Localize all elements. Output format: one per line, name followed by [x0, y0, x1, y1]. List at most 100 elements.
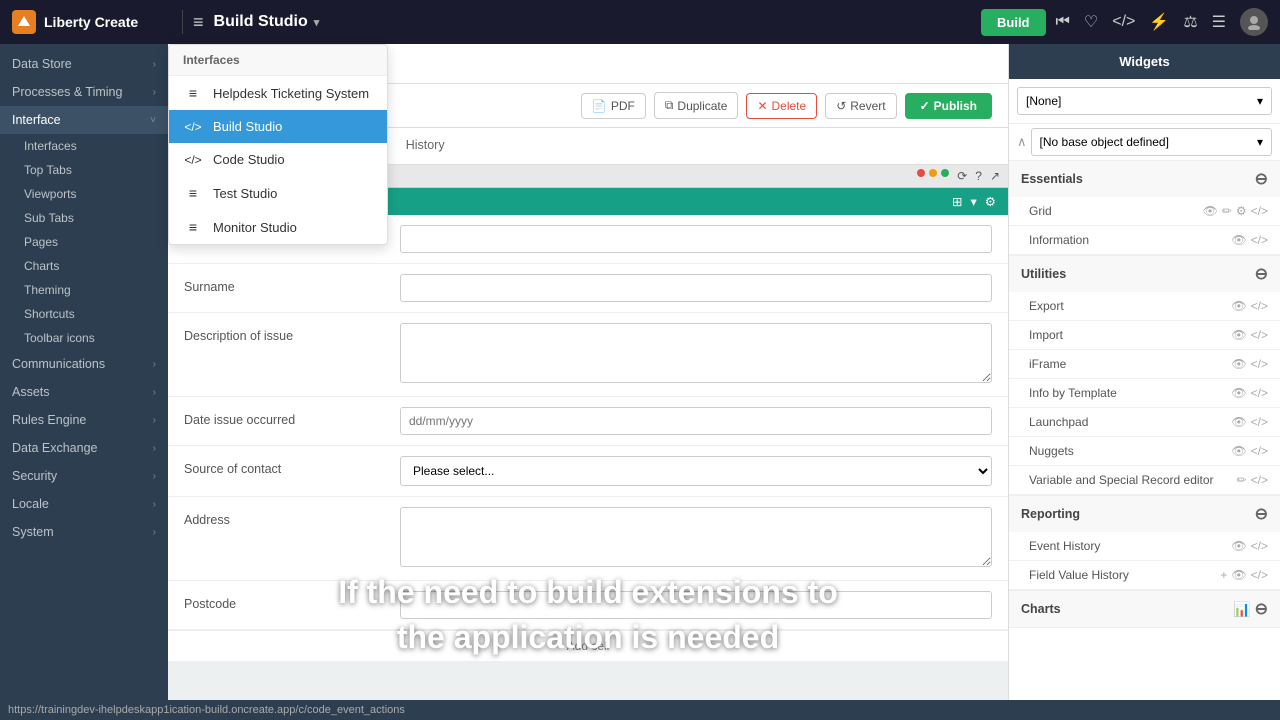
- launchpad-code-icon[interactable]: </>: [1251, 415, 1268, 429]
- sidebar-item-charts[interactable]: Charts: [12, 254, 168, 278]
- list-icon[interactable]: ☰: [1212, 12, 1226, 32]
- grid-edit-icon[interactable]: ✏: [1222, 204, 1232, 218]
- sidebar-item-locale[interactable]: Locale ›: [0, 490, 168, 518]
- charts-header[interactable]: Charts 📊 ⊖: [1009, 591, 1280, 627]
- charts-toggle-icon[interactable]: ⊖: [1255, 599, 1268, 619]
- postcode-input[interactable]: [400, 591, 992, 619]
- skip-back-icon[interactable]: ⏮: [1056, 13, 1070, 31]
- revert-icon: ↺: [836, 99, 846, 113]
- var-edit-icon[interactable]: ✏: [1237, 473, 1247, 487]
- fvh-eye-icon[interactable]: 👁: [1231, 568, 1246, 582]
- dropdown-item-code-studio[interactable]: </> Code Studio: [169, 143, 387, 176]
- tab-history[interactable]: History: [392, 128, 459, 164]
- code-icon[interactable]: </>: [1112, 13, 1135, 31]
- sidebar-item-assets[interactable]: Assets ›: [0, 378, 168, 406]
- share-icon[interactable]: ↗: [990, 169, 1000, 183]
- info-code-icon[interactable]: </>: [1251, 233, 1268, 247]
- user-avatar[interactable]: [1240, 8, 1268, 36]
- essentials-header[interactable]: Essentials ⊖: [1009, 161, 1280, 197]
- sidebar-item-data-store[interactable]: Data Store ›: [0, 50, 168, 78]
- reporting-header[interactable]: Reporting ⊖: [1009, 496, 1280, 532]
- nuggets-eye-icon[interactable]: 👁: [1231, 444, 1246, 458]
- refresh-icon[interactable]: ⟳: [957, 169, 967, 183]
- dropdown-item-build-studio[interactable]: </> Build Studio: [169, 110, 387, 143]
- grid-view-icon[interactable]: ⊞: [952, 194, 962, 209]
- info-eye-icon[interactable]: 👁: [1231, 233, 1246, 247]
- grid-settings-icon[interactable]: ⚙: [1236, 204, 1247, 218]
- add-cell-label: Add cell: [567, 639, 610, 653]
- sidebar-item-interfaces[interactable]: Interfaces: [12, 134, 168, 158]
- sidebar-item-shortcuts[interactable]: Shortcuts: [12, 302, 168, 326]
- help-icon[interactable]: ?: [975, 169, 982, 183]
- import-eye-icon[interactable]: 👁: [1231, 328, 1246, 342]
- sidebar-item-communications[interactable]: Communications ›: [0, 350, 168, 378]
- duplicate-button[interactable]: ⧉ Duplicate: [654, 92, 739, 119]
- widget-import-label: Import: [1029, 328, 1063, 342]
- studio-title[interactable]: Build Studio ▾: [214, 13, 320, 31]
- launchpad-eye-icon[interactable]: 👁: [1231, 415, 1246, 429]
- dropdown-item-helpdesk[interactable]: ≡ Helpdesk Ticketing System: [169, 76, 387, 110]
- menu-icon[interactable]: ≡: [193, 12, 204, 33]
- revert-button[interactable]: ↺ Revert: [825, 93, 896, 119]
- none-select[interactable]: [None] ▾: [1017, 87, 1272, 115]
- first-name-input[interactable]: [400, 225, 992, 253]
- sidebar-item-toolbar-icons[interactable]: Toolbar icons: [12, 326, 168, 350]
- address-textarea[interactable]: [400, 507, 992, 567]
- sidebar-item-data-exchange[interactable]: Data Exchange ›: [0, 434, 168, 462]
- add-cell-bar[interactable]: Add cell: [168, 630, 1008, 661]
- eh-eye-icon[interactable]: 👁: [1231, 539, 1246, 553]
- sidebar-item-sub-tabs[interactable]: Sub Tabs: [12, 206, 168, 230]
- fvh-code-icon[interactable]: </>: [1251, 568, 1268, 582]
- reporting-toggle-icon[interactable]: ⊖: [1255, 504, 1268, 524]
- base-object-select[interactable]: [No base object defined] ▾: [1031, 128, 1272, 156]
- sidebar-item-top-tabs[interactable]: Top Tabs: [12, 158, 168, 182]
- utilities-toggle-icon[interactable]: ⊖: [1255, 264, 1268, 284]
- utilities-header[interactable]: Utilities ⊖: [1009, 256, 1280, 292]
- sidebar-item-interface[interactable]: Interface ˅: [0, 106, 168, 134]
- settings-icon[interactable]: ⚙: [985, 194, 996, 209]
- lightning-icon[interactable]: ⚡: [1149, 12, 1169, 32]
- sidebar-item-system[interactable]: System ›: [0, 518, 168, 546]
- sidebar-item-rules-engine[interactable]: Rules Engine ›: [0, 406, 168, 434]
- publish-button[interactable]: ✓ Publish: [905, 93, 992, 119]
- date-input[interactable]: [400, 407, 992, 435]
- build-button[interactable]: Build: [981, 9, 1046, 36]
- sidebar-item-pages[interactable]: Pages: [12, 230, 168, 254]
- iframe-eye-icon[interactable]: 👁: [1231, 357, 1246, 371]
- dropdown-item-test-studio[interactable]: ≡ Test Studio: [169, 176, 387, 210]
- ibt-code-icon[interactable]: </>: [1251, 386, 1268, 400]
- dropdown-item-monitor-studio[interactable]: ≡ Monitor Studio: [169, 210, 387, 244]
- ibt-eye-icon[interactable]: 👁: [1231, 386, 1246, 400]
- widget-launchpad-actions: 👁 </>: [1231, 415, 1268, 429]
- widget-import: Import 👁 </>: [1009, 321, 1280, 350]
- grid-eye-icon[interactable]: 👁: [1203, 204, 1218, 218]
- sidebar-item-processes[interactable]: Processes & Timing ›: [0, 78, 168, 106]
- eh-code-icon[interactable]: </>: [1251, 539, 1268, 553]
- list-view-icon[interactable]: ▾: [971, 194, 977, 209]
- form-label-description: Description of issue: [184, 323, 384, 343]
- widget-nuggets-label: Nuggets: [1029, 444, 1074, 458]
- delete-button[interactable]: ✕ Delete: [746, 93, 817, 119]
- export-code-icon[interactable]: </>: [1251, 299, 1268, 313]
- var-code-icon[interactable]: </>: [1251, 473, 1268, 487]
- sidebar-item-theming[interactable]: Theming: [12, 278, 168, 302]
- widget-fvh-actions: + 👁 </>: [1220, 568, 1268, 582]
- description-textarea[interactable]: [400, 323, 992, 383]
- collapse-icon[interactable]: ∧: [1017, 134, 1027, 150]
- widget-launchpad-label: Launchpad: [1029, 415, 1088, 429]
- fvh-add-icon[interactable]: +: [1220, 568, 1227, 582]
- app-logo[interactable]: Liberty Create: [12, 10, 172, 34]
- scale-icon[interactable]: ⚖: [1183, 12, 1197, 32]
- import-code-icon[interactable]: </>: [1251, 328, 1268, 342]
- sidebar-item-security[interactable]: Security ›: [0, 462, 168, 490]
- iframe-code-icon[interactable]: </>: [1251, 357, 1268, 371]
- pdf-button[interactable]: 📄 PDF: [581, 93, 646, 119]
- sidebar-item-viewports[interactable]: Viewports: [12, 182, 168, 206]
- heart-icon[interactable]: ♡: [1084, 12, 1098, 32]
- essentials-toggle-icon[interactable]: ⊖: [1255, 169, 1268, 189]
- grid-code-icon[interactable]: </>: [1251, 204, 1268, 218]
- nuggets-code-icon[interactable]: </>: [1251, 444, 1268, 458]
- export-eye-icon[interactable]: 👁: [1231, 299, 1246, 313]
- source-select[interactable]: Please select...: [400, 456, 992, 486]
- surname-input[interactable]: [400, 274, 992, 302]
